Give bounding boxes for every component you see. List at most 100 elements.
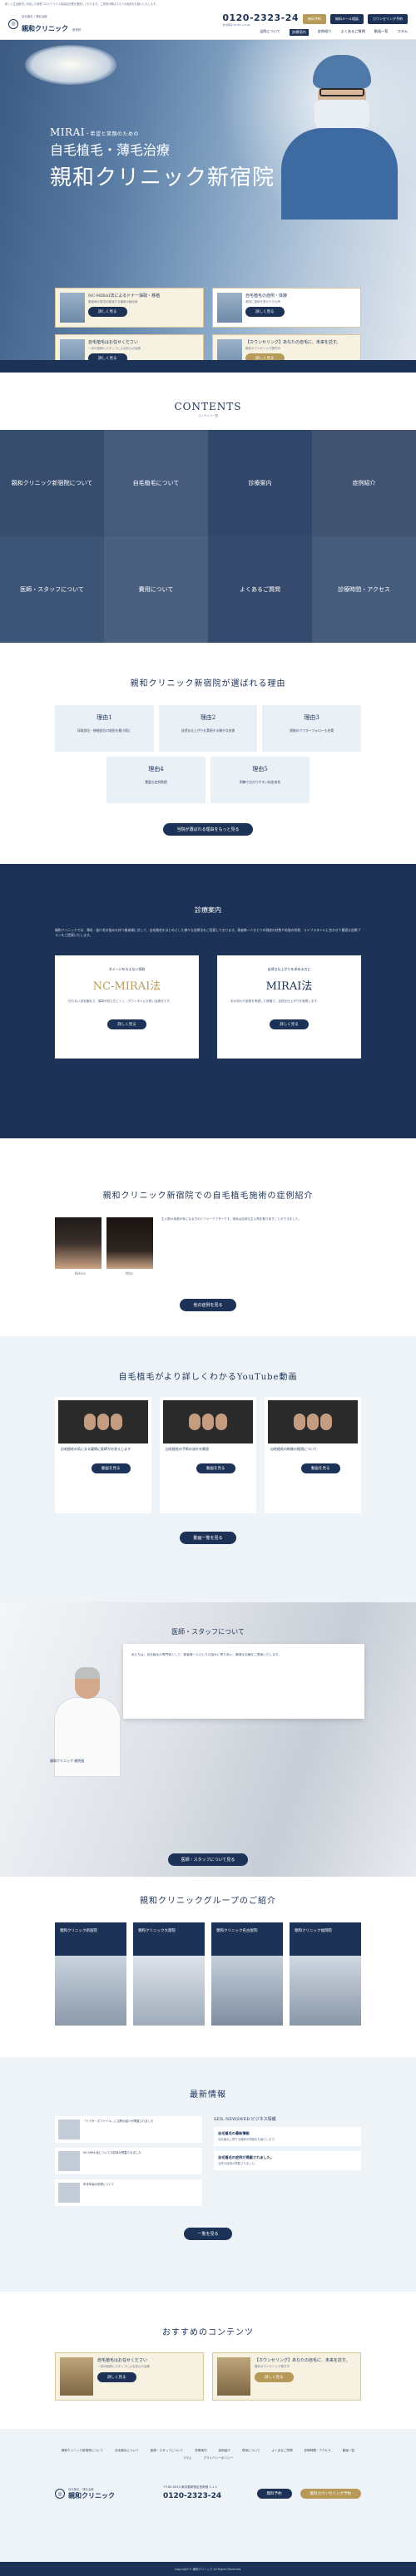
- video-thumbnail[interactable]: [268, 1400, 358, 1443]
- clinic-building-image: [290, 1956, 361, 2026]
- group-clinic-card[interactable]: 親和クリニック新宿院: [55, 1922, 126, 2026]
- group-title: 親和クリニックグループのご紹介: [140, 1897, 276, 1906]
- logo-branch: 新宿院: [72, 27, 82, 32]
- reco-card-title: 自毛植毛はお任せください: [97, 2358, 148, 2363]
- news-item[interactable]: 年末年始の診療について: [55, 2179, 202, 2206]
- hero-card-button[interactable]: 詳しく見る: [245, 307, 285, 317]
- case-text: 生え際の後退が気になる方のビフォーアフターです。術後は自然な生え際を取り戻すこと…: [161, 1217, 302, 1221]
- guide-section: 診療案内 親和クリニックでは、薄毛・抜け毛の悩みを持つ患者様に対して、自毛植毛を…: [0, 864, 416, 1138]
- video-button[interactable]: 動画を見る: [301, 1463, 340, 1473]
- video-card[interactable]: 自毛植毛の手術の流れを解説 動画を見る: [160, 1397, 256, 1513]
- reason-card: 理由2 自然な仕上がりを実現する確かな技術: [158, 705, 258, 752]
- footer-link[interactable]: コラム: [183, 2456, 192, 2460]
- contents-tile-label: 親和クリニック新宿院について: [11, 480, 93, 486]
- hero-card[interactable]: 自毛植毛の症例・体験 実際に施術を受けた方の声 詳しく見る: [212, 288, 361, 328]
- doctor-section: 医師・スタッフについて 私たちは、自毛植毛の専門家として、患者様一人ひとりの悩み…: [0, 1602, 416, 1877]
- reco-card-button[interactable]: 詳しく見る: [255, 2372, 294, 2382]
- contents-tile[interactable]: よくあるご質問: [208, 536, 312, 643]
- cases-more-button[interactable]: 他の症例を見る: [180, 1299, 236, 1311]
- nav-guide[interactable]: 診療案内: [289, 28, 309, 36]
- mail-button[interactable]: 無料メール相談: [330, 14, 364, 24]
- contents-tile[interactable]: 診療案内: [208, 430, 312, 536]
- news-more-button[interactable]: 一覧を見る: [184, 2228, 232, 2240]
- reason-desc: 豊富な症例実績: [145, 780, 167, 784]
- contents-tile[interactable]: 症例紹介: [312, 430, 416, 536]
- reason-title: 理由4: [148, 766, 164, 772]
- contents-subtitle: コンテンツ一覧: [197, 414, 219, 417]
- news-item-text: NC-MIRAI法についての記事が掲載されました: [83, 2151, 141, 2154]
- contents-tile[interactable]: 費用について: [104, 536, 208, 643]
- nav-column[interactable]: コラム: [398, 29, 408, 36]
- logo-mark-icon: ◎: [55, 2489, 65, 2500]
- footer-link[interactable]: プライバシーポリシー: [203, 2456, 233, 2460]
- site-header: ◎ 自毛植毛・薄毛治療 親和クリニック 新宿院 0120-2323-24 受付時…: [0, 8, 416, 40]
- footer-link[interactable]: 費用について: [242, 2449, 260, 2453]
- logo-mark-icon: ◎: [8, 18, 18, 29]
- contents-tile[interactable]: 医師・スタッフについて: [0, 536, 104, 643]
- header-tel[interactable]: 0120-2323-24: [222, 12, 299, 23]
- video-button[interactable]: 動画を見る: [92, 1463, 131, 1473]
- nav-cases[interactable]: 症例紹介: [318, 29, 332, 36]
- guide-card-name: MIRAI法: [265, 980, 313, 993]
- footer-reserve-button[interactable]: 無料予約: [256, 2489, 292, 2500]
- reason-desc: 採取部位・移植部位の負担を最小限に: [77, 728, 131, 733]
- group-clinic-name: 親和クリニック大阪院: [133, 1922, 205, 1956]
- footer-link[interactable]: 症例紹介: [219, 2449, 230, 2453]
- guide-card-button[interactable]: 詳しく見る: [270, 1019, 309, 1029]
- logo[interactable]: ◎ 自毛植毛・薄毛治療 親和クリニック 新宿院: [8, 14, 108, 34]
- news-item[interactable]: NC-MIRAI法についての記事が掲載されました: [55, 2148, 202, 2174]
- news-feature-title: 自毛植毛の症例が掲載されました。: [218, 2155, 275, 2160]
- nav-videos[interactable]: 動画一覧: [374, 29, 389, 36]
- contents-tile-label: 診療時間・アクセス: [338, 586, 390, 593]
- footer-counsel-button[interactable]: 無料カウンセリング予約: [300, 2489, 361, 2500]
- footer-tel[interactable]: 0120-2323-24: [163, 2490, 249, 2502]
- hero-line1: MIRAI: [50, 126, 85, 138]
- video-thumbnail[interactable]: [58, 1400, 148, 1443]
- footer-logo[interactable]: ◎ 自毛植毛・薄毛治療 親和クリニック: [55, 2487, 155, 2500]
- videos-more-button[interactable]: 動画一覧を見る: [180, 1532, 236, 1544]
- counsel-button[interactable]: カウンセリング予約: [368, 14, 408, 24]
- footer-link[interactable]: 親和クリニック新宿院について: [62, 2449, 103, 2453]
- news-feature-desc: 当院の症例が掲載されました。: [218, 2162, 258, 2166]
- reason-desc: 自然な仕上がりを実現する確かな技術: [181, 728, 235, 733]
- guide-card-button[interactable]: 詳しく見る: [107, 1019, 146, 1029]
- doctor-more-button[interactable]: 医師・スタッフについて見る: [167, 1853, 249, 1866]
- reco-card[interactable]: 自毛植毛はお任せください 一流の医師とスタッフによる安心の治療詳しく見る: [55, 2352, 204, 2401]
- video-card[interactable]: 自毛植毛の気になる疑問に医師がお答えします 動画を見る: [55, 1397, 151, 1513]
- guide-card-name: NC-MIRAI法: [92, 980, 161, 993]
- reco-card[interactable]: 【カウンセリング】あなたの自毛に、未来を託す。 無料カウンセリング受付中 詳しく見る: [212, 2352, 361, 2401]
- contents-tile[interactable]: 親和クリニック新宿院について: [0, 430, 104, 536]
- reason-card: 理由5 明瞭で分かりやすい料金体系: [210, 757, 310, 803]
- footer-link[interactable]: 自毛植毛について: [115, 2449, 139, 2453]
- doctor-title: 医師・スタッフについて: [171, 1628, 245, 1636]
- clinic-building-image: [211, 1956, 283, 2026]
- hero-card-sub: 一流の医師とスタッフによる安心の治療: [88, 347, 141, 350]
- footer-link[interactable]: 診療案内: [195, 2449, 206, 2453]
- reasons-section: 親和クリニック新宿院が選ばれる理由 理由1 採取部位・移植部位の負担を最小限に 理…: [0, 643, 416, 864]
- video-card[interactable]: 自毛植毛の術後の経過について 動画を見る: [265, 1397, 361, 1513]
- contents-tile[interactable]: 自毛植毛について: [104, 430, 208, 536]
- footer-link[interactable]: よくあるご質問: [271, 2449, 292, 2453]
- footer-link[interactable]: 動画一覧: [343, 2449, 354, 2453]
- group-clinic-card[interactable]: 親和クリニック福岡院: [290, 1922, 361, 2026]
- reserve-button[interactable]: 無料予約: [303, 14, 326, 24]
- video-thumbnail[interactable]: [163, 1400, 253, 1443]
- reasons-more-button[interactable]: 当院が選ばれる理由をもっと見る: [163, 823, 253, 836]
- contents-tile[interactable]: 診療時間・アクセス: [312, 536, 416, 643]
- hero-card-button[interactable]: 詳しく見る: [88, 307, 127, 317]
- nav-about[interactable]: 当院について: [260, 29, 280, 36]
- contents-title: CONTENTS: [174, 401, 242, 412]
- group-clinic-card[interactable]: 親和クリニック名古屋院: [211, 1922, 283, 2026]
- footer-link[interactable]: 医師・スタッフについて: [151, 2449, 183, 2453]
- guide-card-pre: ダメージを与えない採取: [108, 966, 146, 971]
- nav-faq[interactable]: よくあるご質問: [340, 29, 364, 36]
- reco-card-sub: 一流の医師とスタッフによる安心の治療: [97, 2365, 150, 2368]
- news-feature[interactable]: 自毛植毛の症例が掲載されました。 当院の症例が掲載されました。: [214, 2151, 361, 2171]
- news-feature[interactable]: 自毛植毛の最新情報 自毛植毛に関する最新の情報をお届けします。: [214, 2127, 361, 2147]
- footer-link[interactable]: 診療時間・アクセス: [305, 2449, 331, 2453]
- hero-card[interactable]: NC-MIRAI法によるドナー採取・移植 患者様の負担を軽減する最新の植毛術 詳しく…: [55, 288, 204, 328]
- group-clinic-card[interactable]: 親和クリニック大阪院: [133, 1922, 205, 2026]
- news-item[interactable]: 「ドクターズファイル」に当院の紹介が掲載されました: [55, 2116, 202, 2143]
- video-button[interactable]: 動画を見る: [196, 1463, 235, 1473]
- reco-card-button[interactable]: 詳しく見る: [97, 2372, 136, 2382]
